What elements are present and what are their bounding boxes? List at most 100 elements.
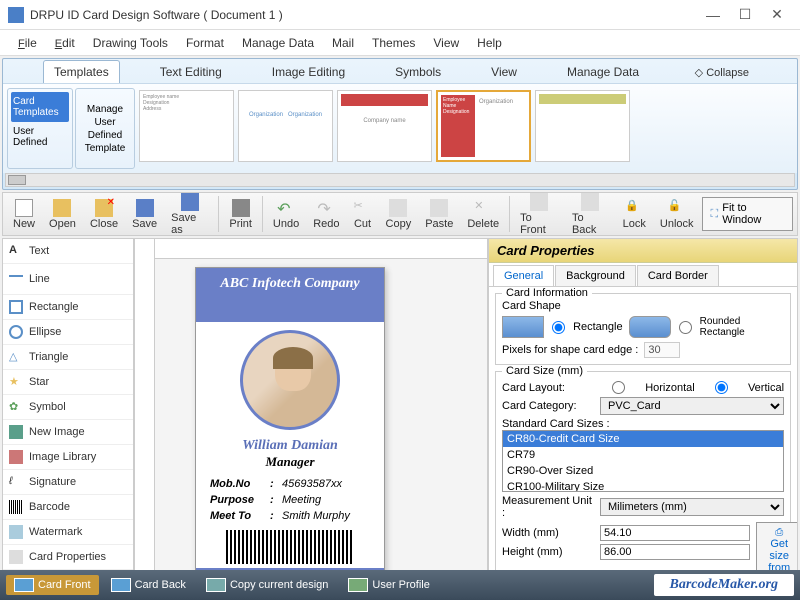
tab-text[interactable]: Text Editing <box>150 61 232 83</box>
minimize-button[interactable]: — <box>706 8 720 22</box>
tool-symbol[interactable]: ✿Symbol <box>3 395 133 420</box>
template-thumb[interactable]: Organization Organization <box>238 90 333 162</box>
redo-button[interactable]: ↷Redo <box>307 197 345 232</box>
menu-help[interactable]: Help <box>469 32 510 54</box>
size-option[interactable]: CR79 <box>503 447 783 463</box>
menubar: File Edit Drawing Tools Format Manage Da… <box>0 30 800 56</box>
menu-drawing[interactable]: Drawing Tools <box>85 32 176 54</box>
card-photo <box>240 330 340 430</box>
card-barcode <box>226 530 354 564</box>
layout-horizontal-radio[interactable] <box>602 381 635 394</box>
tab-templates[interactable]: Templates <box>43 60 120 83</box>
open-button[interactable]: Open <box>43 197 82 232</box>
tab-border[interactable]: Card Border <box>637 265 719 286</box>
card-info-group: Card Information Card Shape Rectangle Ro… <box>495 293 791 365</box>
menu-file[interactable]: File <box>10 32 45 54</box>
height-input[interactable] <box>600 544 750 560</box>
menu-mail[interactable]: Mail <box>324 32 362 54</box>
tool-barcode[interactable]: Barcode <box>3 495 133 520</box>
tool-star[interactable]: ★Star <box>3 370 133 395</box>
card-company: ABC Infotech Company <box>196 268 384 322</box>
tab-view[interactable]: View <box>481 61 527 83</box>
print-button[interactable]: Print <box>223 197 258 232</box>
shape-rounded-radio[interactable] <box>679 321 692 334</box>
template-gallery: Employee nameDesignationAddress Organiza… <box>137 88 793 169</box>
template-scrollbar[interactable] <box>5 173 795 187</box>
template-thumb-selected[interactable]: Employee NameDesignationOrganization <box>436 90 531 162</box>
tool-new-image[interactable]: New Image <box>3 420 133 445</box>
undo-button[interactable]: ↶Undo <box>267 197 305 232</box>
width-input[interactable] <box>600 525 750 541</box>
size-list[interactable]: CR80-Credit Card Size CR79 CR90-Over Siz… <box>502 430 784 492</box>
pixel-edge-input[interactable] <box>644 342 680 358</box>
tool-watermark[interactable]: Watermark <box>3 520 133 545</box>
titlebar: DRPU ID Card Design Software ( Document … <box>0 0 800 30</box>
tab-symbols[interactable]: Symbols <box>385 61 451 83</box>
card-role: Manager <box>196 454 384 470</box>
tab-manage[interactable]: Manage Data <box>557 61 649 83</box>
menu-view[interactable]: View <box>425 32 467 54</box>
paste-button[interactable]: Paste <box>419 197 459 232</box>
copy-design-button[interactable]: Copy current design <box>198 575 336 595</box>
unit-select[interactable]: Milimeters (mm) <box>600 498 784 516</box>
manage-template-button[interactable]: Manage User Defined Template <box>75 88 135 169</box>
menu-format[interactable]: Format <box>178 32 232 54</box>
size-option[interactable]: CR80-Credit Card Size <box>503 431 783 447</box>
toback-button[interactable]: To Back <box>566 191 615 238</box>
size-option[interactable]: CR100-Military Size <box>503 479 783 492</box>
menu-themes[interactable]: Themes <box>364 32 423 54</box>
tool-triangle[interactable]: △Triangle <box>3 345 133 370</box>
tool-ellipse[interactable]: Ellipse <box>3 320 133 345</box>
user-profile-button[interactable]: User Profile <box>340 575 437 595</box>
maximize-button[interactable]: ☐ <box>738 8 752 22</box>
tool-rectangle[interactable]: Rectangle <box>3 295 133 320</box>
close-button[interactable]: ✕Close <box>84 197 124 232</box>
shape-rect-preview <box>502 316 544 338</box>
properties-panel: Card Properties General Background Card … <box>488 238 798 596</box>
save-button[interactable]: Save <box>126 197 163 232</box>
delete-button[interactable]: ✕Delete <box>461 197 505 232</box>
brand-label: BarcodeMaker.org <box>654 574 795 596</box>
close-button[interactable]: ✕ <box>770 8 784 22</box>
collapse-button[interactable]: ◇ Collapse <box>687 62 757 83</box>
tool-signature[interactable]: ℓSignature <box>3 470 133 495</box>
category-select[interactable]: PVC_Card <box>600 397 784 415</box>
template-thumb[interactable]: Company name <box>337 90 432 162</box>
fit-window-button[interactable]: ⛶Fit to Window <box>702 197 793 231</box>
tab-background[interactable]: Background <box>555 265 636 286</box>
cut-button[interactable]: ✂Cut <box>348 197 378 232</box>
tools-sidebar: AText Line Rectangle Ellipse △Triangle ★… <box>2 238 134 596</box>
layout-vertical-radio[interactable] <box>705 381 738 394</box>
shape-rectangle-radio[interactable] <box>552 321 565 334</box>
tool-line[interactable]: Line <box>3 264 133 295</box>
template-type-group: Card Templates User Defined <box>7 88 73 169</box>
card-templates-button[interactable]: Card Templates <box>11 92 69 122</box>
menu-manage[interactable]: Manage Data <box>234 32 322 54</box>
tool-image-library[interactable]: Image Library <box>3 445 133 470</box>
template-thumb[interactable]: Employee nameDesignationAddress <box>139 90 234 162</box>
saveas-button[interactable]: Save as <box>165 191 214 238</box>
shape-rounded-preview <box>629 316 671 338</box>
id-card[interactable]: ABC Infotech Company William Damian Mana… <box>195 267 385 577</box>
lock-button[interactable]: 🔒Lock <box>617 197 652 232</box>
card-back-button[interactable]: Card Back <box>103 575 194 595</box>
canvas[interactable]: ABC Infotech Company William Damian Mana… <box>134 238 488 596</box>
app-icon <box>8 7 24 23</box>
properties-title: Card Properties <box>489 239 797 263</box>
copy-button[interactable]: Copy <box>380 197 418 232</box>
ruler-vertical <box>135 239 155 595</box>
tool-text[interactable]: AText <box>3 239 133 264</box>
new-button[interactable]: New <box>7 197 41 232</box>
tofront-button[interactable]: To Front <box>514 191 564 238</box>
tab-general[interactable]: General <box>493 265 554 286</box>
ribbon: Templates Text Editing Image Editing Sym… <box>2 58 798 190</box>
card-front-button[interactable]: Card Front <box>6 575 99 595</box>
menu-edit[interactable]: Edit <box>47 32 83 54</box>
tool-card-properties[interactable]: Card Properties <box>3 545 133 570</box>
template-thumb[interactable] <box>535 90 630 162</box>
size-option[interactable]: CR90-Over Sized <box>503 463 783 479</box>
unlock-button[interactable]: 🔓Unlock <box>654 197 700 232</box>
window-title: DRPU ID Card Design Software ( Document … <box>30 8 706 22</box>
user-defined-button[interactable]: User Defined <box>11 122 69 152</box>
tab-image[interactable]: Image Editing <box>262 61 355 83</box>
